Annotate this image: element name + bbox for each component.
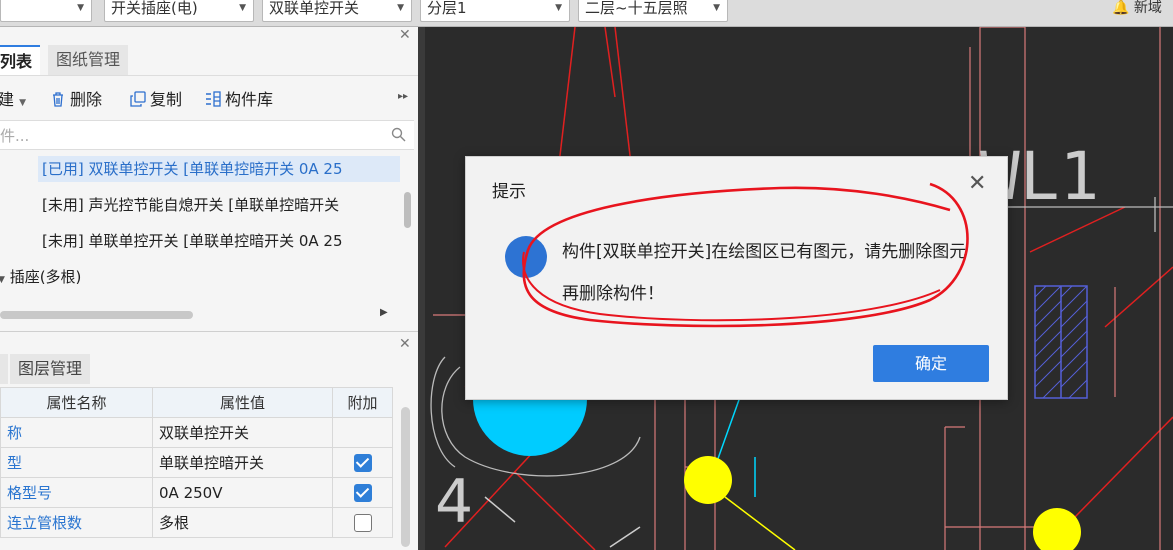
- tree-item[interactable]: [未用] 单联单控开关 [单联单控暗开关 0A 25: [42, 228, 343, 254]
- property-value[interactable]: 0A 250V: [152, 477, 333, 508]
- divider: [0, 331, 418, 332]
- component-select[interactable]: 双联单控开关 ▼: [262, 0, 412, 22]
- new-component-button[interactable]: 建 ▼: [0, 88, 26, 112]
- property-name: 格型号: [0, 477, 153, 508]
- new-button-label: 新域: [1133, 0, 1162, 16]
- category-select-value: 开关插座(电): [111, 0, 198, 17]
- tree-item-label: [已用] 双联单控开关 [单联单控暗开关 0A 25: [42, 160, 343, 178]
- annotation-circle: [522, 182, 969, 328]
- search-icon[interactable]: [391, 127, 406, 142]
- canvas-label-4: 4: [435, 467, 473, 537]
- column-header: 属性名称: [0, 387, 153, 418]
- table-row[interactable]: 型 单联单控暗开关: [0, 447, 393, 478]
- tree-group-label: 插座(多根): [9, 268, 82, 286]
- property-table: 属性名称 属性值 附加 称 双联单控开关 型 单联单控暗开关 格型号 0A 25…: [0, 387, 393, 538]
- more-icon[interactable]: ▸▸: [398, 91, 408, 102]
- tab-drawing-manage[interactable]: 图纸管理: [48, 45, 129, 75]
- table-header: 属性名称 属性值 附加: [0, 387, 393, 418]
- floor-select[interactable]: 二层~十五层照 ▼: [578, 0, 728, 22]
- column-header: 附加: [332, 387, 393, 418]
- checkbox-checked[interactable]: [353, 453, 372, 472]
- copy-button[interactable]: 复制: [130, 88, 182, 112]
- table-row[interactable]: 称 双联单控开关: [0, 417, 393, 448]
- tab-component-list[interactable]: 列表: [0, 45, 41, 75]
- checkbox-unchecked[interactable]: [353, 513, 372, 532]
- tree-item[interactable]: [已用] 双联单控开关 [单联单控暗开关 0A 25: [38, 156, 400, 182]
- chevron-down-icon: ▼: [397, 3, 404, 13]
- top-toolbar: ▼ 开关插座(电) ▼ 双联单控开关 ▼ 分层1 ▼ 二层~十五层照 ▼ 🔔 新域: [0, 0, 1173, 27]
- tree-item-label: [未用] 声光控节能自熄开关 [单联单控暗开关: [42, 196, 340, 214]
- copy-label: 复制: [150, 90, 183, 109]
- property-extra[interactable]: [332, 477, 393, 508]
- layer-select[interactable]: 分层1 ▼: [420, 0, 570, 22]
- property-value[interactable]: 双联单控开关: [152, 417, 333, 448]
- checkbox-checked[interactable]: [353, 483, 372, 502]
- chevron-down-icon: ▼: [555, 3, 562, 13]
- caret-down-icon: ▼: [0, 275, 5, 285]
- vertical-scrollbar[interactable]: [404, 192, 411, 228]
- yellow-lamp-symbol[interactable]: [684, 456, 732, 504]
- horizontal-scrollbar[interactable]: [0, 311, 193, 319]
- search-placeholder: 件...: [0, 127, 30, 145]
- component-select-value: 双联单控开关: [269, 0, 360, 17]
- delete-label: 删除: [70, 90, 103, 109]
- new-component-label: 建: [0, 90, 15, 109]
- property-extra[interactable]: [332, 507, 393, 538]
- trash-icon: [53, 92, 63, 107]
- property-extra[interactable]: [332, 447, 393, 478]
- category-select[interactable]: 开关插座(电) ▼: [104, 0, 254, 22]
- layer-select-value: 分层1: [427, 0, 467, 17]
- property-name: 型: [0, 447, 153, 478]
- tab-layer-manage[interactable]: 图层管理: [10, 354, 91, 384]
- property-value[interactable]: 多根: [152, 507, 333, 538]
- divider: [0, 75, 418, 76]
- property-extra: [332, 417, 393, 448]
- ok-button[interactable]: 确定: [873, 345, 989, 382]
- chevron-down-icon: ▼: [77, 3, 84, 13]
- new-button[interactable]: 🔔 新域: [1112, 0, 1162, 22]
- library-icon: [206, 91, 221, 107]
- tab-properties[interactable]: [0, 354, 8, 384]
- chevron-down-icon: ▼: [239, 3, 246, 13]
- property-name: 连立管根数: [0, 507, 153, 538]
- search-field[interactable]: 件...: [0, 120, 414, 150]
- tree-group[interactable]: ▼ 插座(多根): [0, 264, 81, 290]
- library-button[interactable]: 构件库: [205, 88, 273, 112]
- close-icon[interactable]: ✕: [399, 336, 411, 352]
- chevron-down-icon: ▼: [19, 98, 27, 108]
- table-row[interactable]: 连立管根数 多根: [0, 507, 393, 538]
- scroll-right-icon[interactable]: ▶: [380, 307, 388, 318]
- panel-splitter[interactable]: [418, 27, 425, 550]
- column-header: 属性值: [152, 387, 333, 418]
- property-name: 称: [0, 417, 153, 448]
- tree-item[interactable]: [未用] 声光控节能自熄开关 [单联单控暗开关: [42, 192, 339, 218]
- property-value[interactable]: 单联单控暗开关: [152, 447, 333, 478]
- bell-icon: 🔔: [1112, 0, 1130, 16]
- component-panel: ✕ 列表 图纸管理 建 ▼ 删除 复制 构件库 ▸▸ 件... [已用] 双联单…: [0, 27, 418, 550]
- floor-select-value: 二层~十五层照: [585, 0, 688, 17]
- tree-item-label: [未用] 单联单控开关 [单联单控暗开关 0A 25: [42, 232, 343, 250]
- library-label: 构件库: [225, 90, 274, 109]
- chevron-down-icon: ▼: [713, 3, 720, 13]
- property-scrollbar[interactable]: [401, 407, 410, 547]
- table-row[interactable]: 格型号 0A 250V: [0, 477, 393, 508]
- toolbar-combo-0[interactable]: ▼: [0, 0, 92, 22]
- delete-button[interactable]: 删除: [50, 88, 102, 112]
- close-icon[interactable]: ✕: [399, 27, 411, 43]
- copy-icon: [130, 91, 146, 107]
